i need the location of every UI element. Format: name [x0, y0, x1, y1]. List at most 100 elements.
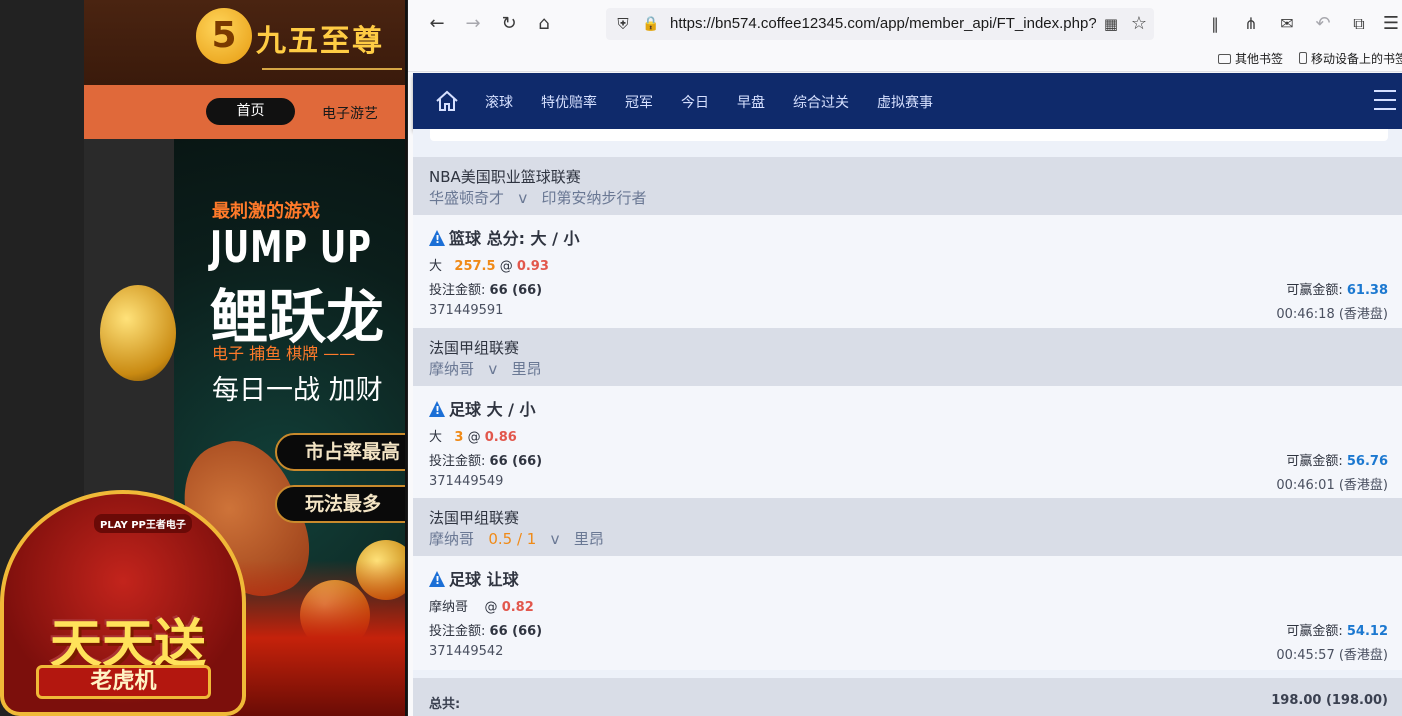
- nav-today[interactable]: 今日: [681, 92, 709, 112]
- menu-icon[interactable]: ☰: [1380, 13, 1402, 35]
- extensions-icon[interactable]: ⧉: [1348, 13, 1370, 35]
- banner-title: JUMP UP: [210, 222, 372, 273]
- warning-icon: [429, 401, 446, 417]
- sports-nav-bar: 滚球 特优赔率 冠军 今日 早盘 综合过关 虚拟赛事: [413, 73, 1402, 129]
- away-team: 里昂: [573, 530, 604, 548]
- bet-pick: 摩纳哥 @ 0.82: [429, 596, 534, 615]
- totals-row: 总共: 198.00 (198.00): [413, 678, 1402, 716]
- nav-live[interactable]: 滚球: [485, 92, 513, 112]
- stake-label: 投注金额:: [429, 454, 486, 469]
- at-symbol: @: [499, 259, 513, 274]
- bet-card: 篮球 总分: 大 / 小 大 257.5 @ 0.93 投注金额: 66 (66…: [413, 215, 1402, 328]
- most-games-pill: 玩法最多: [275, 485, 407, 523]
- league-header: 法国甲组联赛 摩纳哥 0.5 / 1 v 里昂: [413, 498, 1402, 556]
- bet-time: 00:46:01 (香港盘): [1276, 478, 1388, 493]
- bet-odds: 0.86: [484, 430, 517, 445]
- chat-icon[interactable]: ✉: [1276, 13, 1298, 35]
- bet-time: 00:46:18 (香港盘): [1276, 307, 1388, 322]
- pick-line: 3: [454, 430, 464, 445]
- nav-early[interactable]: 早盘: [737, 92, 765, 112]
- shield-icon[interactable]: ⛨: [612, 13, 634, 35]
- stake-row: 投注金额: 66 (66): [429, 450, 542, 469]
- nav-special-odds[interactable]: 特优赔率: [541, 92, 597, 112]
- url-text[interactable]: https://bn574.coffee12345.com/app/member…: [670, 15, 1096, 32]
- nav-slots-link[interactable]: 电子游艺: [322, 103, 378, 123]
- bet-title: 足球 大 / 小: [429, 396, 536, 420]
- win-label: 可赢金额:: [1286, 283, 1343, 298]
- away-team: 里昂: [511, 360, 542, 378]
- ticket-id: 371449591: [429, 303, 504, 318]
- folder-icon: [1218, 54, 1231, 64]
- nav-parlay[interactable]: 综合过关: [793, 92, 849, 112]
- bookmark-other[interactable]: 其他书签: [1218, 50, 1283, 67]
- stake-value: 66 (66): [489, 283, 543, 298]
- bet-time: 00:45:57 (香港盘): [1276, 648, 1388, 663]
- library-icon[interactable]: ‖: [1204, 13, 1226, 35]
- bookmark-mobile[interactable]: 移动设备上的书签: [1299, 50, 1402, 67]
- totals-label: 总共:: [429, 697, 461, 712]
- at-symbol: @: [467, 430, 481, 445]
- bet-type: 足球 大 / 小: [449, 400, 536, 419]
- league-header: 法国甲组联赛 摩纳哥 v 里昂: [413, 328, 1402, 386]
- ticket-id: 371449549: [429, 474, 504, 489]
- home-icon[interactable]: [435, 89, 459, 113]
- handicap-line: 0.5 / 1: [488, 530, 537, 548]
- undo-icon[interactable]: ↶: [1312, 13, 1334, 35]
- forward-icon[interactable]: →: [462, 13, 484, 35]
- bet-pick: 大 3 @ 0.86: [429, 426, 517, 445]
- bookmark-star-icon[interactable]: ☆: [1128, 13, 1150, 35]
- browser-window: ← → ↻ ⌂ ⛨ 🔒 https://bn574.coffee12345.co…: [408, 0, 1402, 716]
- bet-type: 足球 让球: [449, 570, 519, 589]
- win-value: 61.38: [1346, 283, 1388, 298]
- logo-icon[interactable]: 5: [196, 8, 252, 64]
- site-logo-text[interactable]: 九五至尊: [256, 16, 384, 60]
- hamburger-menu-icon[interactable]: [1374, 90, 1396, 112]
- reload-icon[interactable]: ↻: [498, 13, 520, 35]
- bookmark-label: 其他书签: [1235, 52, 1284, 66]
- window-divider: [405, 0, 407, 716]
- nav-virtual[interactable]: 虚拟赛事: [877, 92, 933, 112]
- pick-side: 大: [429, 430, 443, 445]
- stake-row: 投注金额: 66 (66): [429, 279, 542, 298]
- stake-label: 投注金额:: [429, 283, 486, 298]
- pick-side: 摩纳哥: [429, 600, 469, 615]
- bet-card: 足球 大 / 小 大 3 @ 0.86 投注金额: 66 (66) 可赢金额: …: [413, 386, 1402, 498]
- away-team: 印第安纳步行者: [541, 189, 647, 207]
- at-symbol: @: [484, 600, 498, 615]
- bet-odds: 0.93: [516, 259, 549, 274]
- browser-toolbar: ← → ↻ ⌂ ⛨ 🔒 https://bn574.coffee12345.co…: [408, 0, 1402, 48]
- back-icon[interactable]: ←: [426, 13, 448, 35]
- ticket-id: 371449542: [429, 644, 504, 659]
- bet-type: 篮球 总分: 大 / 小: [449, 229, 580, 248]
- bookmark-label: 移动设备上的书签: [1311, 52, 1402, 66]
- home-team: 摩纳哥: [429, 530, 475, 548]
- pick-line: 257.5: [454, 259, 496, 274]
- nav-home-button[interactable]: 首页: [206, 98, 295, 125]
- win-value: 56.76: [1346, 454, 1388, 469]
- lock-icon[interactable]: 🔒: [640, 13, 662, 35]
- vs-label: v: [550, 530, 560, 548]
- market-share-pill: 市占率最高: [275, 433, 407, 471]
- screenshot-icon[interactable]: ⋔: [1240, 13, 1262, 35]
- win-value: 54.12: [1346, 624, 1388, 639]
- win-row: 可赢金额: 54.12: [1286, 620, 1388, 639]
- warning-icon: [429, 571, 446, 587]
- win-row: 可赢金额: 61.38: [1286, 279, 1388, 298]
- home-team: 摩纳哥: [429, 360, 475, 378]
- home-team: 华盛顿奇才: [429, 189, 505, 207]
- vs-label: v: [488, 360, 498, 378]
- banner-slogan: 每日一战 加财: [212, 375, 383, 406]
- home-icon[interactable]: ⌂: [533, 13, 555, 35]
- bet-odds: 0.82: [501, 600, 534, 615]
- bet-title: 足球 让球: [429, 566, 519, 590]
- pp-brand-label: PLAY PP王者电子: [94, 514, 192, 533]
- bet-card: 足球 让球 摩纳哥 @ 0.82 投注金额: 66 (66) 可赢金额: 54.…: [413, 556, 1402, 670]
- qr-code-icon[interactable]: ▦: [1100, 13, 1122, 35]
- nav-champion[interactable]: 冠军: [625, 92, 653, 112]
- bet-title: 篮球 总分: 大 / 小: [429, 225, 580, 249]
- totals-value: 198.00 (198.00): [1271, 693, 1388, 708]
- casino-site-window: 5 九五至尊 首页 电子游艺 最刺激的游戏 JUMP UP 鲤跃龙 电子 捕鱼 …: [0, 0, 407, 716]
- league-header: NBA美国职业篮球联赛 华盛顿奇才 v 印第安纳步行者: [413, 157, 1402, 215]
- phone-icon: [1299, 52, 1307, 64]
- match-teams: 华盛顿奇才 v 印第安纳步行者: [429, 187, 647, 208]
